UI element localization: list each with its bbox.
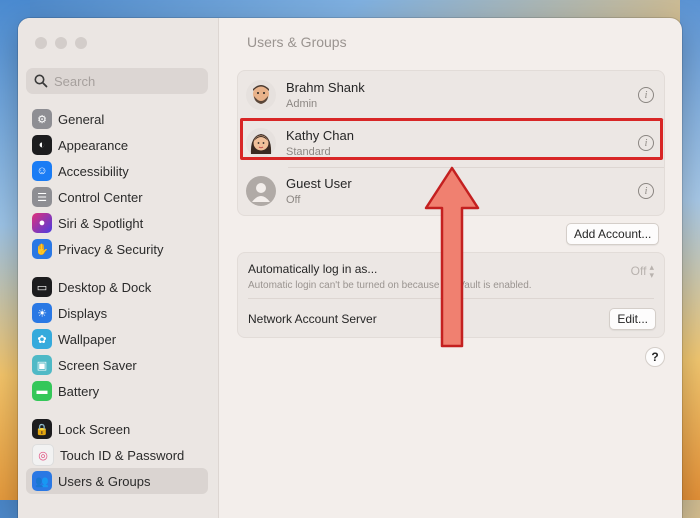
siri-icon: ● (32, 213, 52, 233)
highlight-box (240, 118, 663, 160)
page-title: Users & Groups (247, 34, 347, 50)
sidebar-item-desktop-dock[interactable]: ▭ Desktop & Dock (26, 274, 208, 300)
sidebar-item-label: Privacy & Security (58, 241, 164, 257)
auto-login-label: Automatically log in as... (248, 262, 378, 276)
sidebar-item-displays[interactable]: ☀ Displays (26, 300, 208, 326)
sidebar: Search ⚙ General ◐ Appearance ☺ Accessib… (18, 18, 219, 518)
minimize-button[interactable] (55, 37, 67, 49)
user-role: Off (286, 194, 301, 206)
settings-window: Search ⚙ General ◐ Appearance ☺ Accessib… (18, 18, 682, 518)
info-icon[interactable]: i (638, 87, 654, 103)
sidebar-item-accessibility[interactable]: ☺ Accessibility (26, 158, 208, 184)
up-arrow-annotation (424, 166, 480, 348)
search-placeholder: Search (54, 73, 96, 89)
dock-icon: ▭ (32, 277, 52, 297)
user-row-brahm[interactable]: Brahm Shank Admin i (238, 71, 664, 119)
sidebar-item-privacy[interactable]: ✋ Privacy & Security (26, 236, 208, 262)
sidebar-item-users-groups[interactable]: 👥 Users & Groups (26, 468, 208, 494)
info-icon[interactable]: i (638, 183, 654, 199)
close-button[interactable] (35, 37, 47, 49)
sidebar-item-screen-saver[interactable]: ▣ Screen Saver (26, 352, 208, 378)
help-button[interactable]: ? (645, 347, 665, 367)
auto-login-description: Automatic login can't be turned on becau… (248, 280, 532, 291)
traffic-lights (35, 37, 87, 49)
sidebar-item-label: Siri & Spotlight (58, 215, 144, 231)
user-name: Guest User (286, 176, 352, 191)
fingerprint-icon: ◎ (32, 444, 54, 466)
sidebar-item-label: Control Center (58, 189, 143, 205)
sidebar-item-label: Battery (58, 383, 100, 399)
sidebar-item-appearance[interactable]: ◐ Appearance (26, 132, 208, 158)
sidebar-item-control-center[interactable]: ☰ Control Center (26, 184, 208, 210)
users-icon: 👥 (32, 471, 52, 491)
sidebar-item-label: Accessibility (58, 163, 129, 179)
sidebar-item-siri[interactable]: ● Siri & Spotlight (26, 210, 208, 236)
search-field[interactable]: Search (26, 68, 208, 94)
sidebar-list: ⚙ General ◐ Appearance ☺ Accessibility ☰… (26, 106, 208, 494)
sidebar-item-touch-id[interactable]: ◎ Touch ID & Password (26, 442, 208, 468)
sidebar-item-label: Lock Screen (58, 421, 131, 437)
magnifying-glass-icon (34, 74, 48, 88)
sidebar-item-label: Users & Groups (58, 473, 151, 489)
sidebar-item-label: Displays (58, 305, 108, 321)
wallpaper-icon: ✿ (32, 329, 52, 349)
sidebar-item-lock-screen[interactable]: 🔒 Lock Screen (26, 416, 208, 442)
sidebar-item-label: Desktop & Dock (58, 279, 152, 295)
user-role: Admin (286, 98, 318, 110)
control-center-icon: ☰ (32, 187, 52, 207)
lock-icon: 🔒 (32, 419, 52, 439)
appearance-icon: ◐ (32, 135, 52, 155)
gear-icon: ⚙ (32, 109, 52, 129)
hand-icon: ✋ (32, 239, 52, 259)
sidebar-item-label: Screen Saver (58, 357, 137, 373)
network-account-label: Network Account Server (248, 312, 377, 326)
user-name: Brahm Shank (286, 80, 365, 95)
memoji-avatar-icon (246, 80, 276, 110)
sidebar-item-label: Appearance (58, 137, 129, 153)
add-account-button[interactable]: Add Account... (566, 223, 660, 245)
sidebar-item-label: General (58, 111, 105, 127)
edit-button[interactable]: Edit... (609, 308, 656, 330)
auto-login-value: Off (630, 264, 647, 278)
sidebar-item-general[interactable]: ⚙ General (26, 106, 208, 132)
wallpaper-right (680, 0, 700, 500)
sidebar-item-label: Wallpaper (58, 331, 117, 347)
sidebar-item-label: Touch ID & Password (60, 447, 185, 463)
battery-icon: ▬ (32, 381, 52, 401)
screen-saver-icon: ▣ (32, 355, 52, 375)
auto-login-popup[interactable]: Off ▴ ▾ (630, 262, 654, 280)
sidebar-item-wallpaper[interactable]: ✿ Wallpaper (26, 326, 208, 352)
accessibility-icon: ☺ (32, 161, 52, 181)
display-icon: ☀ (32, 303, 52, 323)
updown-chevron-icon: ▴ ▾ (649, 262, 654, 280)
guest-avatar-icon (246, 176, 276, 206)
sidebar-item-battery[interactable]: ▬ Battery (26, 378, 208, 404)
zoom-button[interactable] (75, 37, 87, 49)
